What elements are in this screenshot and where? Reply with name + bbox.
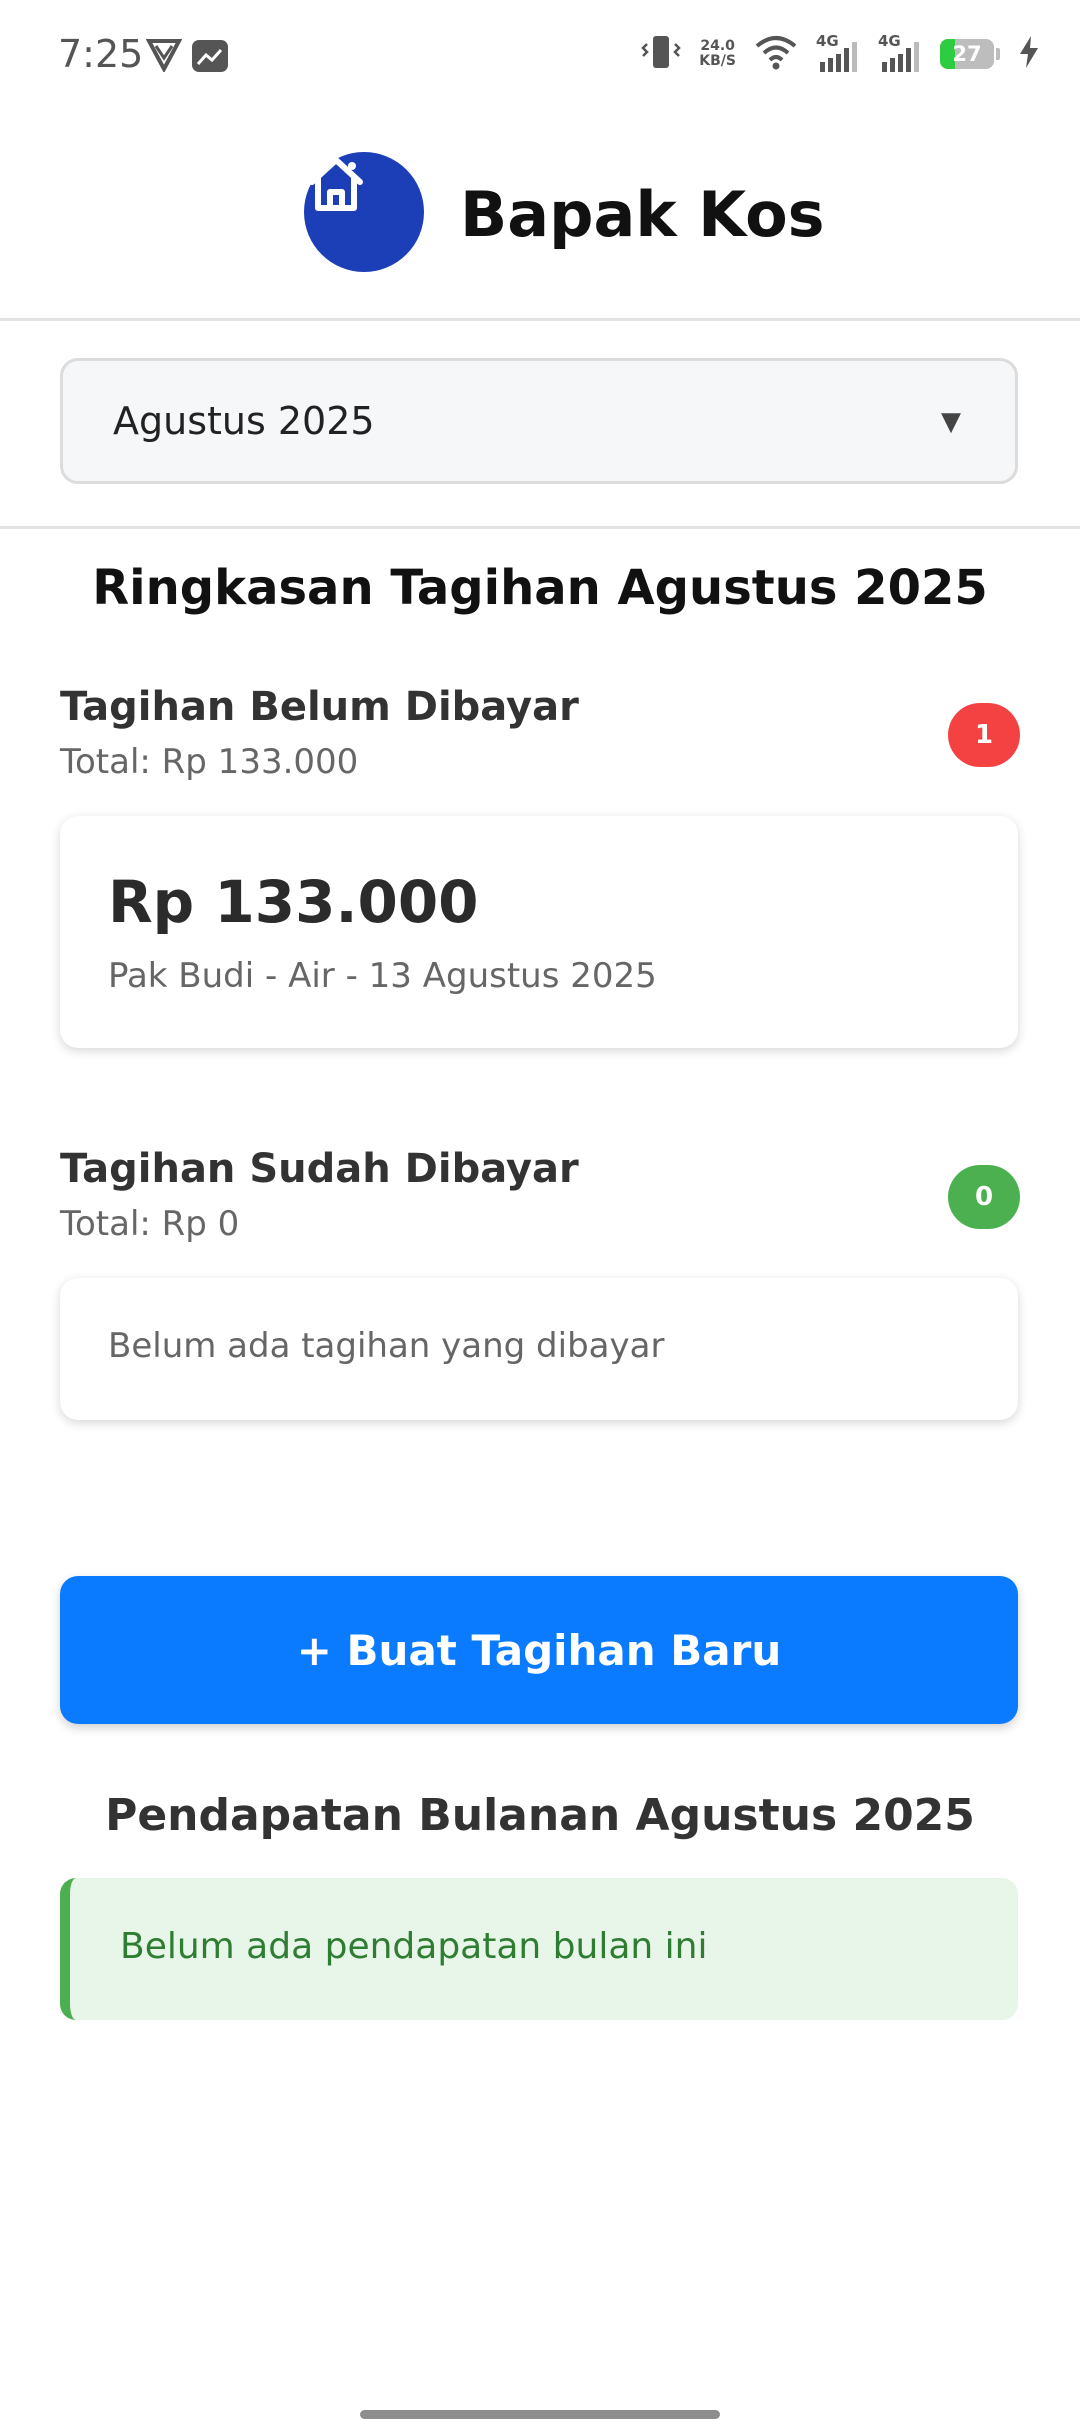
- paid-title: Tagihan Sudah Dibayar: [60, 1146, 579, 1192]
- network-speed-value: 24.0: [700, 38, 735, 54]
- bill-amount: Rp 133.000: [108, 868, 479, 936]
- wifi-icon: [754, 34, 798, 74]
- month-select-value: Agustus 2025: [113, 399, 375, 443]
- bill-card[interactable]: Rp 133.000 Pak Budi - Air - 13 Agustus 2…: [60, 816, 1018, 1048]
- paid-empty-message: Belum ada tagihan yang dibayar: [108, 1326, 665, 1366]
- battery-icon: 27: [940, 39, 994, 69]
- app-logo: [304, 152, 424, 272]
- unpaid-total: Total: Rp 133.000: [60, 742, 359, 782]
- income-message: Belum ada pendapatan bulan ini: [120, 1926, 708, 1967]
- paid-header: Tagihan Sudah Dibayar Total: Rp 0: [60, 1146, 579, 1244]
- bill-description: Pak Budi - Air - 13 Agustus 2025: [108, 956, 657, 996]
- app-title: Bapak Kos: [460, 178, 825, 251]
- month-select[interactable]: Agustus 2025 ▼: [60, 358, 1018, 484]
- unpaid-header: Tagihan Belum Dibayar Total: Rp 133.000: [60, 684, 579, 782]
- chevron-down-icon: ▼: [941, 407, 961, 437]
- summary-title: Ringkasan Tagihan Agustus 2025: [92, 560, 988, 616]
- income-title: Pendapatan Bulanan Agustus 2025: [105, 1790, 975, 1841]
- unpaid-title: Tagihan Belum Dibayar: [60, 684, 579, 730]
- charging-bolt-icon: [1018, 35, 1040, 73]
- app-header: Bapak Kos: [0, 118, 1080, 321]
- battery-level: 27: [952, 42, 982, 66]
- signal-strength-icon: 4G: [878, 32, 922, 74]
- paid-empty-card: Belum ada tagihan yang dibayar: [60, 1278, 1018, 1420]
- paid-total: Total: Rp 0: [60, 1204, 240, 1244]
- vibrate-icon: [641, 34, 682, 74]
- paid-count-badge: 0: [948, 1165, 1020, 1229]
- signal-strength-icon: 4G: [816, 32, 860, 74]
- home-indicator[interactable]: [360, 2410, 720, 2419]
- new-bill-button[interactable]: + Buat Tagihan Baru: [60, 1576, 1018, 1724]
- status-time: 7:25: [58, 32, 144, 76]
- income-notice: Belum ada pendapatan bulan ini: [60, 1878, 1018, 2020]
- unpaid-count-badge: 1: [948, 703, 1020, 767]
- status-bar: 7:25 24.0 KB/S 4G 4G 27: [0, 0, 1080, 118]
- network-speed-unit: KB/S: [699, 53, 736, 69]
- battery-tip: [996, 48, 1000, 60]
- month-filter-bar: Agustus 2025 ▼: [0, 320, 1080, 529]
- network-speed: 24.0 KB/S: [699, 39, 736, 69]
- gallery-icon: [190, 38, 230, 78]
- vpn-shield-icon: [145, 38, 183, 76]
- status-icons: 24.0 KB/S 4G 4G 27: [641, 32, 1040, 74]
